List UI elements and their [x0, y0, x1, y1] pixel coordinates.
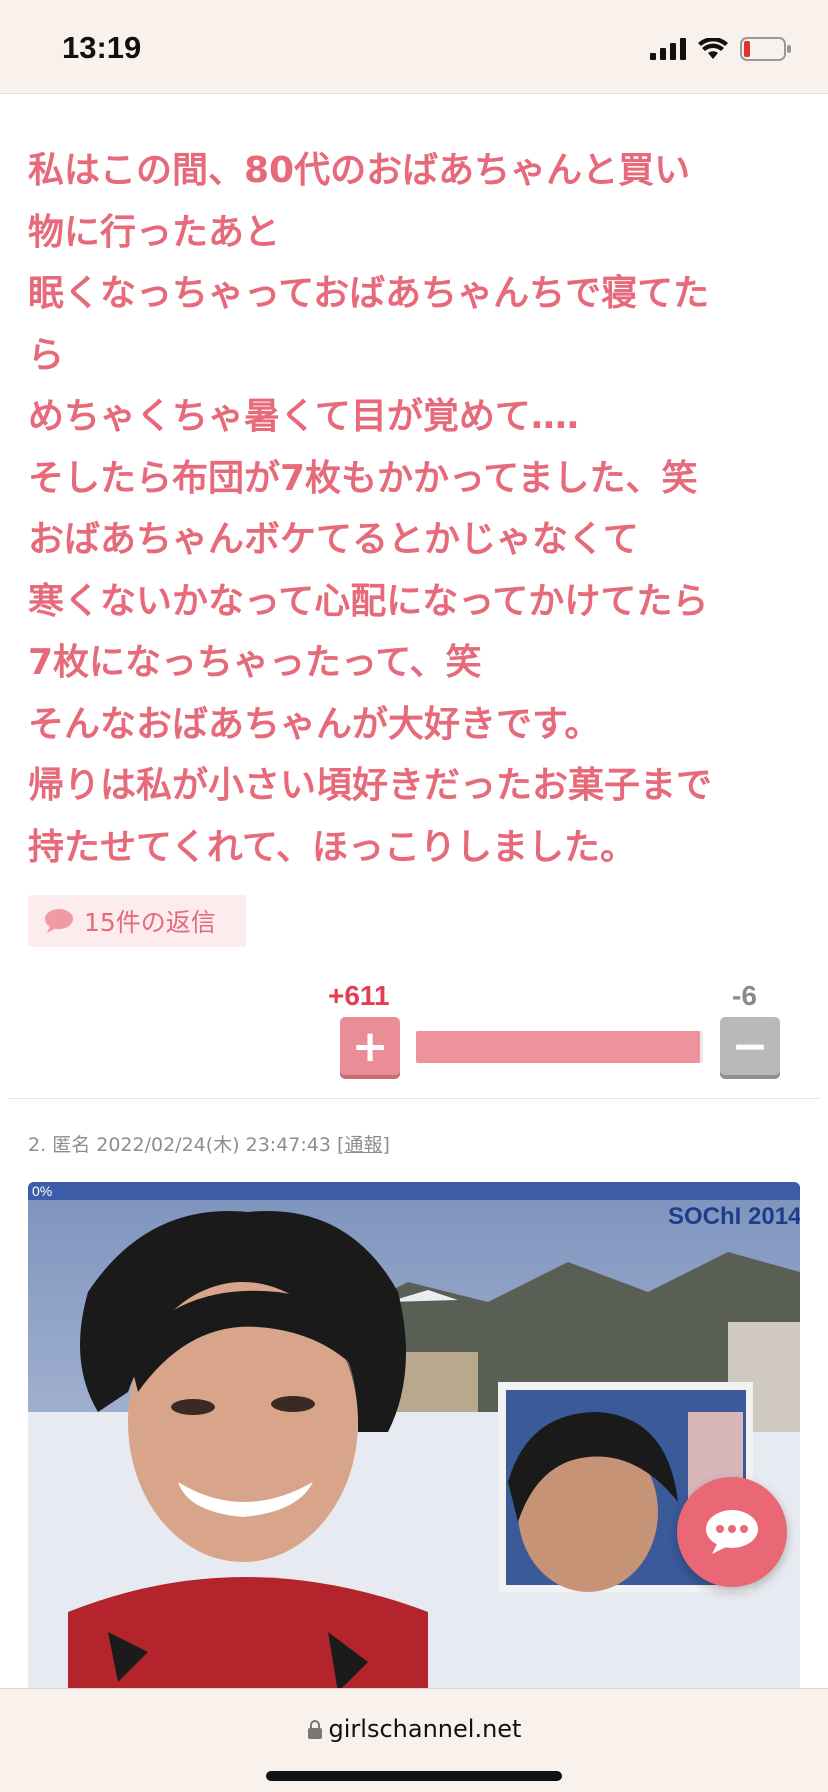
comment-line: おばあちゃんボケてるとかじゃなくて [28, 519, 639, 560]
chat-fab-button[interactable] [677, 1477, 787, 1587]
signal-icon [650, 38, 686, 60]
comment-line: 帰りは私が小さい頃好きだったお菓子まで [28, 765, 713, 806]
wifi-icon [698, 38, 728, 59]
comment-number: 2. [28, 1134, 47, 1156]
url-text: girlschannel.net [328, 1715, 522, 1743]
comment-line: 物に行ったあと [28, 211, 281, 253]
browser-bar: girlschannel.net [0, 1688, 828, 1792]
battery-low-icon [740, 37, 791, 61]
comment-body: 私はこの間、80代のおばあちゃんと買い 物に行ったあと 眠くなっちゃっておばあち… [28, 140, 804, 878]
photo-illustration: SOChI 2014 0% [28, 1182, 800, 1702]
comment-image[interactable]: SOChI 2014 0% [28, 1182, 800, 1702]
comment-line: めちゃくちゃ暑くて目が覚めて‥‥ [28, 396, 579, 437]
speech-bubble-icon [45, 909, 73, 933]
comment-author: 匿名 [52, 1134, 91, 1156]
comment-line: ら [28, 334, 65, 376]
home-indicator [266, 1771, 562, 1781]
replies-button[interactable]: 15件の返信 [28, 895, 246, 947]
status-time: 13:19 [62, 30, 142, 65]
comment-line: そしたら布団が7枚もかかってました、笑 [28, 457, 698, 499]
comment-line: 私はこの間、80代のおばあちゃんと買い [28, 150, 691, 191]
plus-vote-count: +611 [328, 980, 390, 1011]
plus-icon: + [351, 1020, 389, 1072]
comment-meta: 2. 匿名 2022/02/24(木) 23:47:43 [通報] [28, 1130, 390, 1157]
image-overlay-text: SOChI 2014 [668, 1203, 800, 1230]
status-bar: 13:19 [0, 0, 828, 94]
minus-vote-count: -6 [732, 980, 757, 1011]
comment-line: 寒くないかなって心配になってかけてたら [28, 580, 709, 622]
status-icons [650, 36, 792, 62]
comment-line: 持たせてくれて、ほっこりしました。 [28, 826, 637, 868]
comment-line: 7枚になっちゃったって、笑 [28, 642, 482, 683]
comment-datetime: 2022/02/24(木) 23:47:43 [96, 1134, 331, 1156]
vote-ratio-fill [416, 1031, 701, 1063]
report-link[interactable]: 通報 [344, 1134, 382, 1156]
minus-icon: − [731, 1020, 769, 1072]
plus-vote-button[interactable]: + [340, 1017, 400, 1075]
url-bar[interactable]: girlschannel.net [0, 1715, 828, 1743]
svg-text:0%: 0% [32, 1183, 52, 1199]
comment-line: 眠くなっちゃっておばあちゃんちで寝てた [28, 273, 710, 314]
comment-divider [8, 1098, 820, 1099]
vote-ratio-bar [416, 1031, 703, 1063]
comment-line: そんなおばあちゃんが大好きです。 [28, 703, 601, 745]
replies-label: 15件の返信 [84, 908, 216, 937]
report-link-wrap: [通報] [337, 1134, 390, 1156]
lock-icon [307, 1720, 322, 1739]
chat-bubble-icon [706, 1510, 758, 1554]
minus-vote-button[interactable]: − [720, 1017, 780, 1075]
